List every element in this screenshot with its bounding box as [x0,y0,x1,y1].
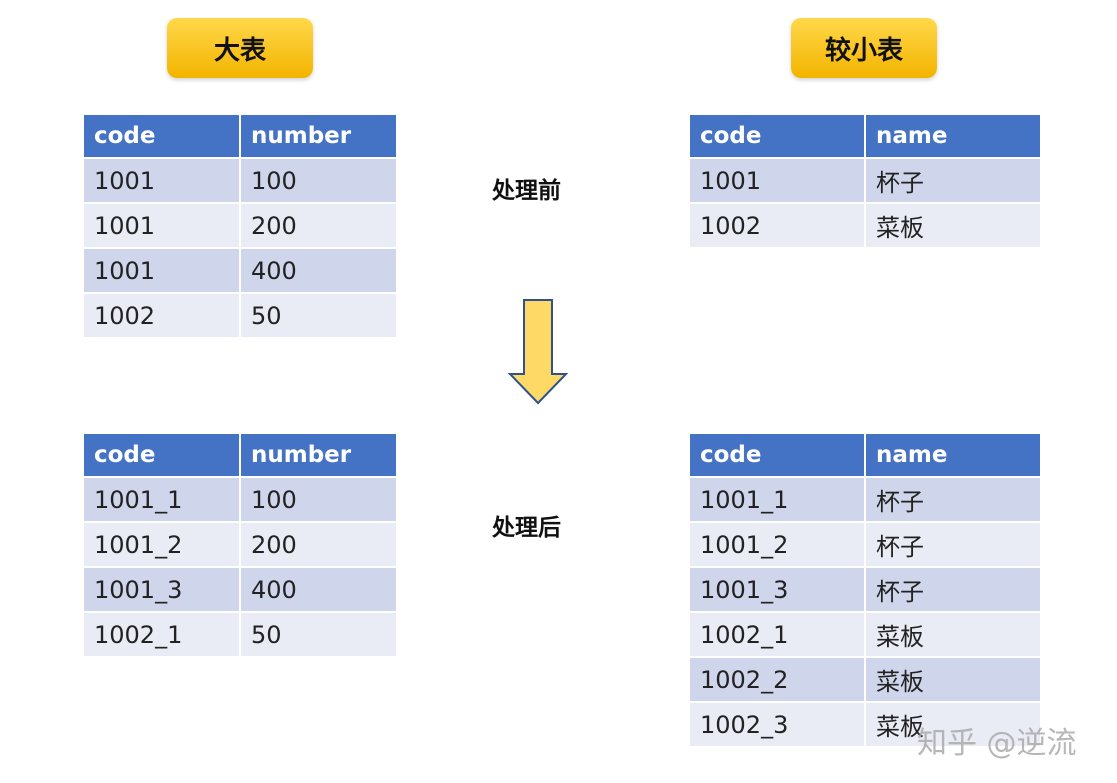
cell-code: 1002 [690,203,866,249]
cell-name: 杯子 [865,477,1040,523]
header-name: name [865,115,1040,159]
table-header-row: code number [84,434,396,478]
cell-name: 杯子 [865,522,1040,568]
big-table-before: code number 1001 100 1001 200 1001 400 1… [84,115,396,339]
small-table-after: code name 1001_1 杯子 1001_2 杯子 1001_3 杯子 … [690,434,1040,748]
table-row: 1002_1 50 [84,612,396,658]
table-row: 1002_1 菜板 [690,612,1040,658]
table-row: 1002_2 菜板 [690,657,1040,703]
table-row: 1001_1 杯子 [690,477,1040,523]
table-row: 1001_2 200 [84,522,396,568]
cell-number: 200 [240,522,396,568]
table-row: 1001_3 杯子 [690,567,1040,613]
header-name: name [865,434,1040,478]
table-header-row: code name [690,434,1040,478]
label-after: 处理后 [492,515,561,541]
table-row: 1001_2 杯子 [690,522,1040,568]
table-row: 1002 50 [84,293,396,339]
cell-code: 1001_3 [690,567,866,613]
cell-code: 1001 [84,158,241,204]
table-row: 1001_1 100 [84,477,396,523]
table-header-row: code name [690,115,1040,159]
cell-name: 菜板 [865,203,1040,249]
header-code: code [690,434,866,478]
cell-code: 1001 [84,248,241,294]
small-table-badge-label: 较小表 [824,35,903,66]
cell-code: 1001 [690,158,866,204]
cell-code: 1001_2 [84,522,241,568]
cell-number: 200 [240,203,396,249]
cell-code: 1001 [84,203,241,249]
header-number: number [240,115,396,159]
cell-code: 1002_1 [84,612,241,658]
cell-code: 1001_1 [690,477,866,523]
small-table-badge: 较小表 [791,18,937,78]
table-row: 1002 菜板 [690,203,1040,249]
header-code: code [690,115,866,159]
label-before: 处理前 [492,178,561,204]
big-table-badge: 大表 [167,18,313,78]
cell-number: 100 [240,477,396,523]
zhihu-watermark: 知乎 @逆流 [917,726,1077,761]
table-row: 1001 100 [84,158,396,204]
cell-code: 1001_2 [690,522,866,568]
cell-code: 1002_1 [690,612,866,658]
cell-name: 菜板 [865,612,1040,658]
cell-code: 1001_3 [84,567,241,613]
cell-name: 杯子 [865,567,1040,613]
cell-name: 杯子 [865,158,1040,204]
cell-number: 50 [240,293,396,339]
cell-code: 1002 [84,293,241,339]
cell-number: 400 [240,567,396,613]
big-table-badge-label: 大表 [213,35,266,66]
cell-number: 100 [240,158,396,204]
table-row: 1001 200 [84,203,396,249]
table-row: 1001 400 [84,248,396,294]
cell-code: 1001_1 [84,477,241,523]
header-code: code [84,434,241,478]
table-header-row: code number [84,115,396,159]
big-table-after: code number 1001_1 100 1001_2 200 1001_3… [84,434,396,658]
small-table-before: code name 1001 杯子 1002 菜板 [690,115,1040,249]
header-number: number [240,434,396,478]
table-row: 1001_3 400 [84,567,396,613]
cell-name: 菜板 [865,657,1040,703]
table-row: 1001 杯子 [690,158,1040,204]
down-arrow-icon [507,299,569,405]
header-code: code [84,115,241,159]
cell-number: 400 [240,248,396,294]
cell-code: 1002_2 [690,657,866,703]
cell-number: 50 [240,612,396,658]
cell-code: 1002_3 [690,702,866,748]
